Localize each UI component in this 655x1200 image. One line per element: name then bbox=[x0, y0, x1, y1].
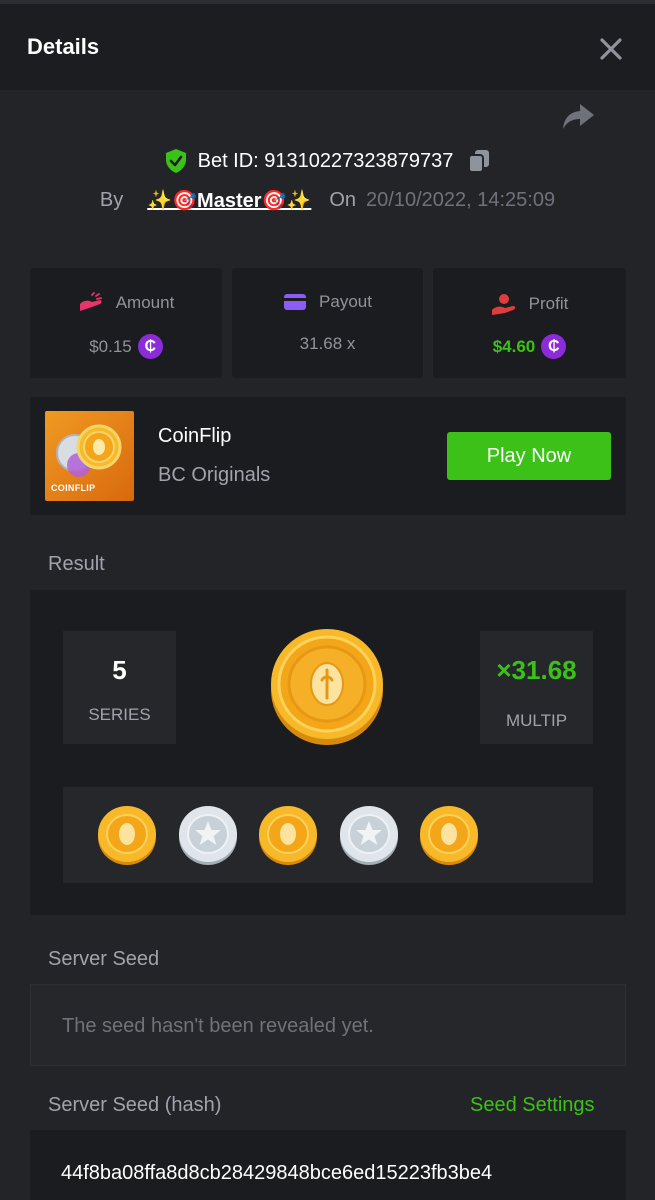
modal-header: Details bbox=[0, 4, 655, 90]
profit-hand-icon bbox=[491, 294, 515, 315]
bet-meta-row: By ✨🎯Master🎯✨ On 20/10/2022, 14:25:09 bbox=[0, 185, 655, 215]
profit-card: Profit $4.60 ₵ bbox=[433, 268, 626, 378]
profit-value: $4.60 bbox=[492, 336, 536, 356]
on-label: On bbox=[329, 188, 357, 211]
currency-icon: ₵ bbox=[137, 334, 163, 359]
server-seed-hash-value: 44f8ba08ffa8d8cb28429848bce6ed15223fb3be… bbox=[61, 1162, 493, 1184]
amount-icon bbox=[79, 292, 102, 311]
payout-card-icon bbox=[284, 294, 307, 310]
shield-check-icon bbox=[165, 149, 186, 173]
thumbnail-label: COINFLIP bbox=[51, 483, 96, 493]
gold-coin-icon bbox=[271, 629, 383, 745]
multiplier-label: MULTIP bbox=[505, 711, 568, 730]
game-thumbnail[interactable]: COINFLIP bbox=[45, 411, 134, 501]
player-username-link[interactable]: ✨🎯Master🎯✨ bbox=[147, 188, 311, 213]
by-label: By bbox=[99, 188, 124, 211]
server-seed-hash-box: 44f8ba08ffa8d8cb28429848bce6ed15223fb3be… bbox=[30, 1130, 626, 1200]
currency-icon: ₵ bbox=[541, 334, 567, 359]
multiplier-value: ×31.68 bbox=[496, 655, 577, 685]
game-provider: BC Originals bbox=[158, 464, 271, 486]
modal-title: Details bbox=[27, 34, 100, 59]
close-icon[interactable] bbox=[596, 34, 626, 64]
server-seed-label: Server Seed bbox=[48, 948, 160, 970]
copy-icon[interactable] bbox=[467, 148, 491, 174]
payout-card: Payout 31.68 x bbox=[232, 268, 423, 378]
play-now-button[interactable]: Play Now bbox=[447, 432, 611, 480]
multiplier-box: ×31.68 MULTIP bbox=[480, 631, 593, 744]
bet-id: Bet ID: 91310227323879737 bbox=[197, 149, 454, 172]
payout-value: 31.68 x bbox=[299, 334, 356, 353]
payout-label: Payout bbox=[319, 292, 372, 311]
result-label: Result bbox=[48, 553, 105, 575]
series-label: SERIES bbox=[88, 705, 151, 724]
silver-coin-icon bbox=[179, 806, 237, 865]
server-seed-box: The seed hasn't been revealed yet. bbox=[30, 984, 626, 1066]
amount-label: Amount bbox=[115, 293, 175, 312]
series-value: 5 bbox=[112, 655, 127, 685]
result-panel: 5 SERIES ×31.68 MULTIP bbox=[30, 590, 626, 915]
server-seed-hash-label: Server Seed (hash) bbox=[48, 1094, 222, 1116]
game-card: COINFLIP CoinFlip BC Originals Play Now bbox=[30, 397, 626, 515]
gold-coin-icon bbox=[420, 806, 478, 865]
gold-coin-icon bbox=[98, 806, 156, 865]
bet-datetime: 20/10/2022, 14:25:09 bbox=[366, 188, 556, 211]
profit-label: Profit bbox=[528, 294, 569, 313]
silver-coin-icon bbox=[340, 806, 398, 865]
seed-settings-link[interactable]: Seed Settings bbox=[470, 1094, 595, 1117]
game-name: CoinFlip bbox=[158, 425, 232, 447]
bet-id-row: Bet ID: 91310227323879737 bbox=[0, 146, 655, 176]
series-box: 5 SERIES bbox=[63, 631, 176, 744]
amount-card: Amount $0.15 ₵ bbox=[30, 268, 222, 378]
share-icon[interactable] bbox=[560, 100, 596, 132]
server-seed-value: The seed hasn't been revealed yet. bbox=[62, 1015, 374, 1037]
gold-coin-icon bbox=[259, 806, 317, 865]
coin-history-row bbox=[63, 787, 593, 883]
amount-value: $0.15 bbox=[89, 336, 132, 356]
